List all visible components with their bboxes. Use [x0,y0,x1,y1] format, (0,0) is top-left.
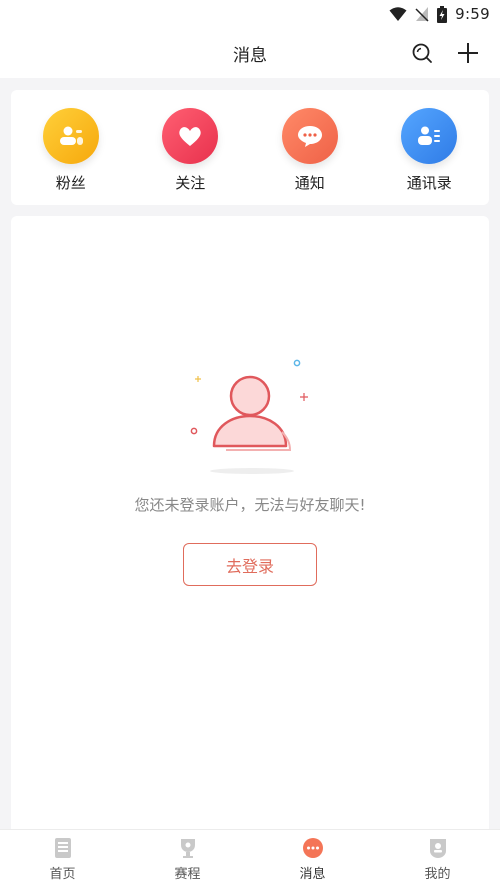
tab-label: 赛程 [174,866,201,882]
home-doc-icon [52,837,74,859]
page-title: 消息 [233,45,267,66]
search-icon [412,43,432,63]
message-icon [302,837,324,859]
shortcut-label: 通讯录 [406,174,452,192]
plus-icon [458,43,478,63]
wifi-icon [389,6,407,22]
empty-user-icon [190,358,310,478]
nav-actions [410,28,480,78]
trophy-icon [177,837,199,859]
heart-icon [162,108,219,164]
no-signal-icon [415,6,429,22]
contacts-icon [401,108,458,164]
chat-bubble-icon [281,108,338,164]
shortcut-notice[interactable]: 通知 [260,108,360,193]
empty-state-message: 您还未登录账户，无法与好友聊天! [134,496,366,514]
status-time: 9:59 [455,5,490,23]
profile-icon [427,837,449,859]
nav-bar: 消息 [0,28,500,78]
tab-messages[interactable]: 消息 [258,837,368,882]
tab-label: 首页 [49,866,76,882]
bottom-tab-bar: 首页 赛程 消息 我的 [0,829,500,888]
tab-label: 消息 [299,866,326,882]
shortcut-follow[interactable]: 关注 [140,108,240,193]
shortcut-panel: 粉丝 关注 通知 通讯录 [11,90,489,205]
search-button[interactable] [410,41,434,65]
shortcut-contacts[interactable]: 通讯录 [379,108,479,193]
tab-label: 我的 [424,866,451,882]
shortcut-label: 粉丝 [55,174,86,192]
tab-profile[interactable]: 我的 [383,837,493,882]
add-button[interactable] [456,41,480,65]
status-bar: 9:59 [0,0,500,28]
tab-home[interactable]: 首页 [8,837,118,882]
shortcut-label: 关注 [175,174,206,192]
message-list-panel: 您还未登录账户，无法与好友聊天! 去登录 [11,216,489,836]
shortcut-fans[interactable]: 粉丝 [21,108,121,193]
tab-schedule[interactable]: 赛程 [133,837,243,882]
battery-charging-icon [437,5,448,23]
fans-icon [42,108,99,164]
login-button[interactable]: 去登录 [183,543,317,586]
shortcut-label: 通知 [294,174,325,192]
